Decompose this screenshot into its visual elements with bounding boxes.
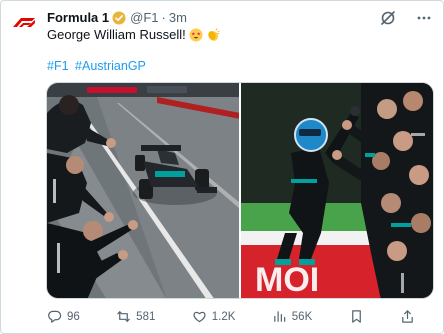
- clapping-hands-emoji-icon: [206, 28, 220, 42]
- share-button[interactable]: [400, 309, 415, 324]
- header-separator: ·: [161, 10, 166, 25]
- repost-icon: [117, 311, 130, 322]
- svg-text:MOI: MOI: [255, 261, 319, 298]
- account-handle[interactable]: @F1: [130, 10, 158, 25]
- hashtag-f1[interactable]: #F1: [47, 59, 69, 73]
- tweet-text: George William Russell!: [47, 27, 220, 42]
- share-icon: [402, 310, 413, 323]
- bookmark-icon: [351, 310, 361, 323]
- media-grid: MOI: [46, 82, 434, 299]
- photo-pit-wall-celebration[interactable]: [47, 83, 239, 298]
- star-struck-emoji-icon: [189, 28, 203, 42]
- f1-logo-avatar[interactable]: [11, 9, 37, 35]
- like-count: 1.2K: [211, 310, 236, 323]
- reply-button[interactable]: 96: [47, 309, 80, 324]
- more-icon[interactable]: [415, 9, 433, 27]
- tweet-header: Formula 1 @F1 · 3m: [47, 10, 187, 25]
- views-icon: [273, 311, 286, 322]
- reply-count: 96: [67, 310, 80, 323]
- like-icon: [193, 311, 206, 323]
- tweet-timestamp[interactable]: 3m: [169, 10, 187, 25]
- action-bar: 96 581 1.2K 56K: [47, 309, 415, 324]
- verified-badge-icon: [112, 11, 126, 25]
- tweet-card[interactable]: Formula 1 @F1 · 3m George William Russel…: [0, 0, 444, 334]
- reply-icon: [48, 310, 62, 323]
- repost-button[interactable]: 581: [116, 309, 155, 324]
- grok-icon[interactable]: [379, 9, 397, 27]
- hashtags: #F1 #AustrianGP: [47, 59, 149, 73]
- view-count: 56K: [291, 310, 313, 323]
- views-button[interactable]: 56K: [272, 309, 312, 324]
- repost-count: 581: [136, 310, 156, 323]
- hashtag-austriangp[interactable]: #AustrianGP: [75, 59, 146, 73]
- like-button[interactable]: 1.2K: [192, 309, 236, 324]
- top-right-icons: [379, 9, 433, 27]
- account-name[interactable]: Formula 1: [47, 10, 109, 25]
- bookmark-button[interactable]: [349, 309, 364, 324]
- tweet-body: George William Russell!: [47, 27, 186, 42]
- photo-driver-celebration[interactable]: MOI: [241, 83, 433, 298]
